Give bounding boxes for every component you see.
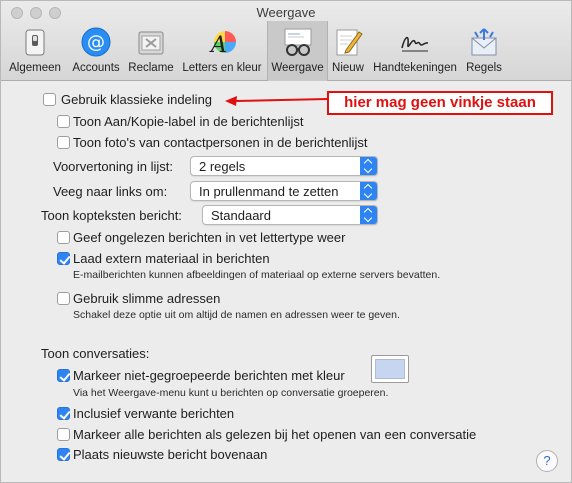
rules-envelope-icon [471, 28, 497, 56]
tab-regels[interactable]: Regels [462, 21, 506, 81]
tab-reclame[interactable]: Reclame [125, 21, 177, 81]
classic-layout-checkbox[interactable] [43, 93, 56, 106]
swipe-value: In prullenmand te zetten [199, 184, 339, 199]
smart-addresses-label: Gebruik slimme adressen [73, 291, 221, 306]
annotation-arrow-icon [225, 96, 328, 106]
swipe-popup[interactable]: In prullenmand te zetten [190, 181, 378, 201]
tab-label: Reclame [128, 62, 174, 74]
bold-unread-label: Geef ongelezen berichten in vet letterty… [73, 230, 346, 245]
tab-weergave[interactable]: Weergave [267, 21, 328, 81]
svg-text:@: @ [87, 32, 105, 53]
chevron-updown-icon [360, 206, 377, 224]
contact-photos-label: Toon foto's van contactpersonen in de be… [73, 135, 368, 150]
tab-nieuw[interactable]: Nieuw [329, 21, 367, 81]
tab-algemeen[interactable]: Algemeen [5, 21, 65, 81]
swipe-label: Veeg naar links om: [53, 184, 168, 199]
tab-label: Handtekeningen [373, 62, 457, 74]
fonts-colors-icon: A [209, 31, 236, 58]
preview-popup[interactable]: 2 regels [190, 156, 378, 176]
help-button[interactable]: ? [536, 450, 558, 472]
svg-text:A: A [209, 33, 227, 58]
highlight-messages-checkbox[interactable] [57, 369, 70, 382]
chevron-updown-icon [360, 182, 377, 200]
smart-addresses-note: Schakel deze optie uit om altijd de name… [73, 309, 400, 321]
mark-all-read-checkbox[interactable] [57, 428, 70, 441]
tab-letters-en-kleur[interactable]: A Letters en kleur [178, 21, 266, 81]
tab-label: Algemeen [9, 62, 61, 74]
tab-handtekeningen[interactable]: Handtekeningen [369, 21, 461, 81]
headers-popup[interactable]: Standaard [202, 205, 378, 225]
conversations-heading: Toon conversaties: [41, 346, 150, 361]
tab-label: Nieuw [332, 62, 364, 74]
annotation-box: hier mag geen vinkje staan [327, 91, 553, 115]
window-title: Weergave [256, 5, 316, 20]
tab-accounts[interactable]: @ Accounts [67, 21, 125, 81]
newest-on-top-checkbox[interactable] [57, 448, 70, 461]
highlight-color-swatch [375, 359, 405, 379]
tab-label: Letters en kleur [182, 62, 262, 74]
weergave-pane: Gebruik klassieke indeling hier mag geen… [1, 82, 571, 482]
bold-unread-checkbox[interactable] [57, 231, 70, 244]
highlight-messages-note: Via het Weergave-menu kunt u berichten o… [73, 387, 389, 399]
tab-label: Regels [466, 62, 502, 74]
highlight-color-well[interactable] [371, 355, 409, 383]
highlight-messages-label: Markeer niet-gegroepeerde berichten met … [73, 368, 345, 383]
headers-value: Standaard [211, 208, 271, 223]
smart-addresses-checkbox[interactable] [57, 292, 70, 305]
include-related-checkbox[interactable] [57, 407, 70, 420]
signature-icon [401, 36, 429, 52]
contact-photos-checkbox[interactable] [57, 136, 70, 149]
tab-label: Accounts [72, 62, 120, 74]
title-bar: Weergave Algemeen @ Accounts Reclame A L… [1, 1, 571, 81]
classic-layout-label: Gebruik klassieke indeling [61, 92, 213, 107]
preview-value: 2 regels [199, 159, 246, 174]
load-remote-content-label: Laad extern materiaal in berichten [73, 251, 270, 266]
include-related-label: Inclusief verwante berichten [73, 406, 235, 421]
preferences-window: Weergave Algemeen @ Accounts Reclame A L… [0, 0, 572, 483]
load-remote-content-checkbox[interactable] [57, 252, 70, 265]
show-to-cc-label-checkbox[interactable] [57, 115, 70, 128]
headers-label: Toon kopteksten bericht: [41, 208, 182, 223]
preview-label: Voorvertoning in lijst: [53, 159, 173, 174]
load-remote-content-note: E-mailberichten kunnen afbeeldingen of m… [73, 269, 441, 281]
chevron-updown-icon [360, 157, 377, 175]
composing-pen-icon [336, 29, 363, 56]
junk-mail-icon [138, 31, 164, 55]
at-icon: @ [81, 27, 111, 57]
viewing-glasses-icon [284, 28, 311, 56]
show-to-cc-label-label: Toon Aan/Kopie-label in de berichtenlijs… [73, 114, 304, 129]
switch-icon [25, 29, 45, 56]
tab-label: Weergave [271, 62, 324, 74]
newest-on-top-label: Plaats nieuwste bericht bovenaan [73, 447, 268, 462]
mark-all-read-label: Markeer alle berichten als gelezen bij h… [73, 427, 477, 442]
